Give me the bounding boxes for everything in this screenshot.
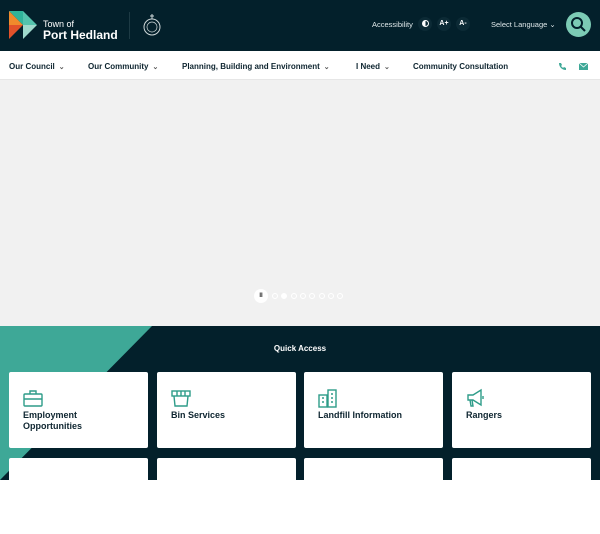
building-icon (318, 389, 337, 408)
contrast-icon (421, 20, 429, 27)
quick-access-card[interactable] (157, 458, 296, 534)
nav-label: Our Community (88, 62, 149, 71)
hero-slider (0, 80, 600, 326)
nav-label: Community Consultation (413, 62, 509, 71)
nav-label: Planning, Building and Environment (182, 62, 320, 71)
quick-access-card-rangers[interactable]: Rangers (452, 372, 591, 448)
briefcase-icon (23, 390, 43, 407)
nav-our-community[interactable]: Our Community ⌄ (88, 62, 158, 71)
chevron-down-icon: ⌄ (58, 64, 65, 71)
quick-access-title: Quick Access (273, 344, 327, 353)
nav-i-need[interactable]: I Need ⌄ (356, 62, 390, 71)
font-decrease-button[interactable]: A- (456, 17, 470, 31)
card-label: Employment Opportunities (23, 410, 82, 431)
main-nav: Our Council ⌄ Our Community ⌄ Planning, Bu… (0, 51, 600, 80)
accessibility-label: Accessibility (372, 20, 413, 29)
nav-our-council[interactable]: Our Council ⌄ (9, 62, 65, 71)
search-button[interactable] (566, 12, 591, 37)
card-label: Rangers (466, 410, 503, 420)
megaphone-icon (467, 388, 484, 407)
quick-access-card[interactable] (452, 458, 591, 534)
chevron-down-icon: ⌄ (152, 64, 159, 71)
language-select[interactable]: Select Language ⌄ (491, 20, 556, 29)
town-logo-icon[interactable] (9, 11, 37, 39)
quick-access-card-bin[interactable]: Bin Services (157, 372, 296, 448)
font-increase-button[interactable]: A+ (437, 17, 451, 31)
slider-dot[interactable] (327, 293, 334, 299)
slider-dot[interactable] (299, 293, 306, 299)
contrast-button[interactable] (418, 17, 432, 31)
slider-dot[interactable] (290, 293, 297, 299)
slider-dot[interactable] (272, 293, 278, 299)
search-icon (571, 17, 586, 32)
crest-icon (143, 14, 161, 36)
quick-access-card-landfill[interactable]: Landfill Information (304, 372, 443, 448)
slider-dot[interactable] (318, 293, 325, 299)
site-header: Town of Port Hedland Accessibility A+ A-… (0, 0, 600, 51)
email-icon[interactable] (579, 63, 588, 70)
quick-access-card[interactable] (9, 458, 148, 534)
quick-access-card-employment[interactable]: Employment Opportunities (9, 372, 148, 448)
divider (129, 12, 130, 39)
brand-line2: Port Hedland (43, 28, 118, 42)
nav-planning[interactable]: Planning, Building and Environment ⌄ (182, 62, 330, 71)
card-label: Bin Services (171, 410, 226, 420)
nav-label: Our Council (9, 62, 55, 71)
nav-label: I Need (356, 62, 381, 71)
slider-pause-button[interactable]: II (254, 289, 268, 303)
phone-icon[interactable] (558, 62, 567, 71)
card-label: Landfill Information (318, 410, 402, 420)
chevron-down-icon: ⌄ (323, 64, 330, 71)
nav-community-consultation[interactable]: Community Consultation (413, 62, 508, 71)
bin-icon (171, 390, 191, 407)
quick-access-card[interactable] (304, 458, 443, 534)
chevron-down-icon: ⌄ (384, 64, 390, 71)
